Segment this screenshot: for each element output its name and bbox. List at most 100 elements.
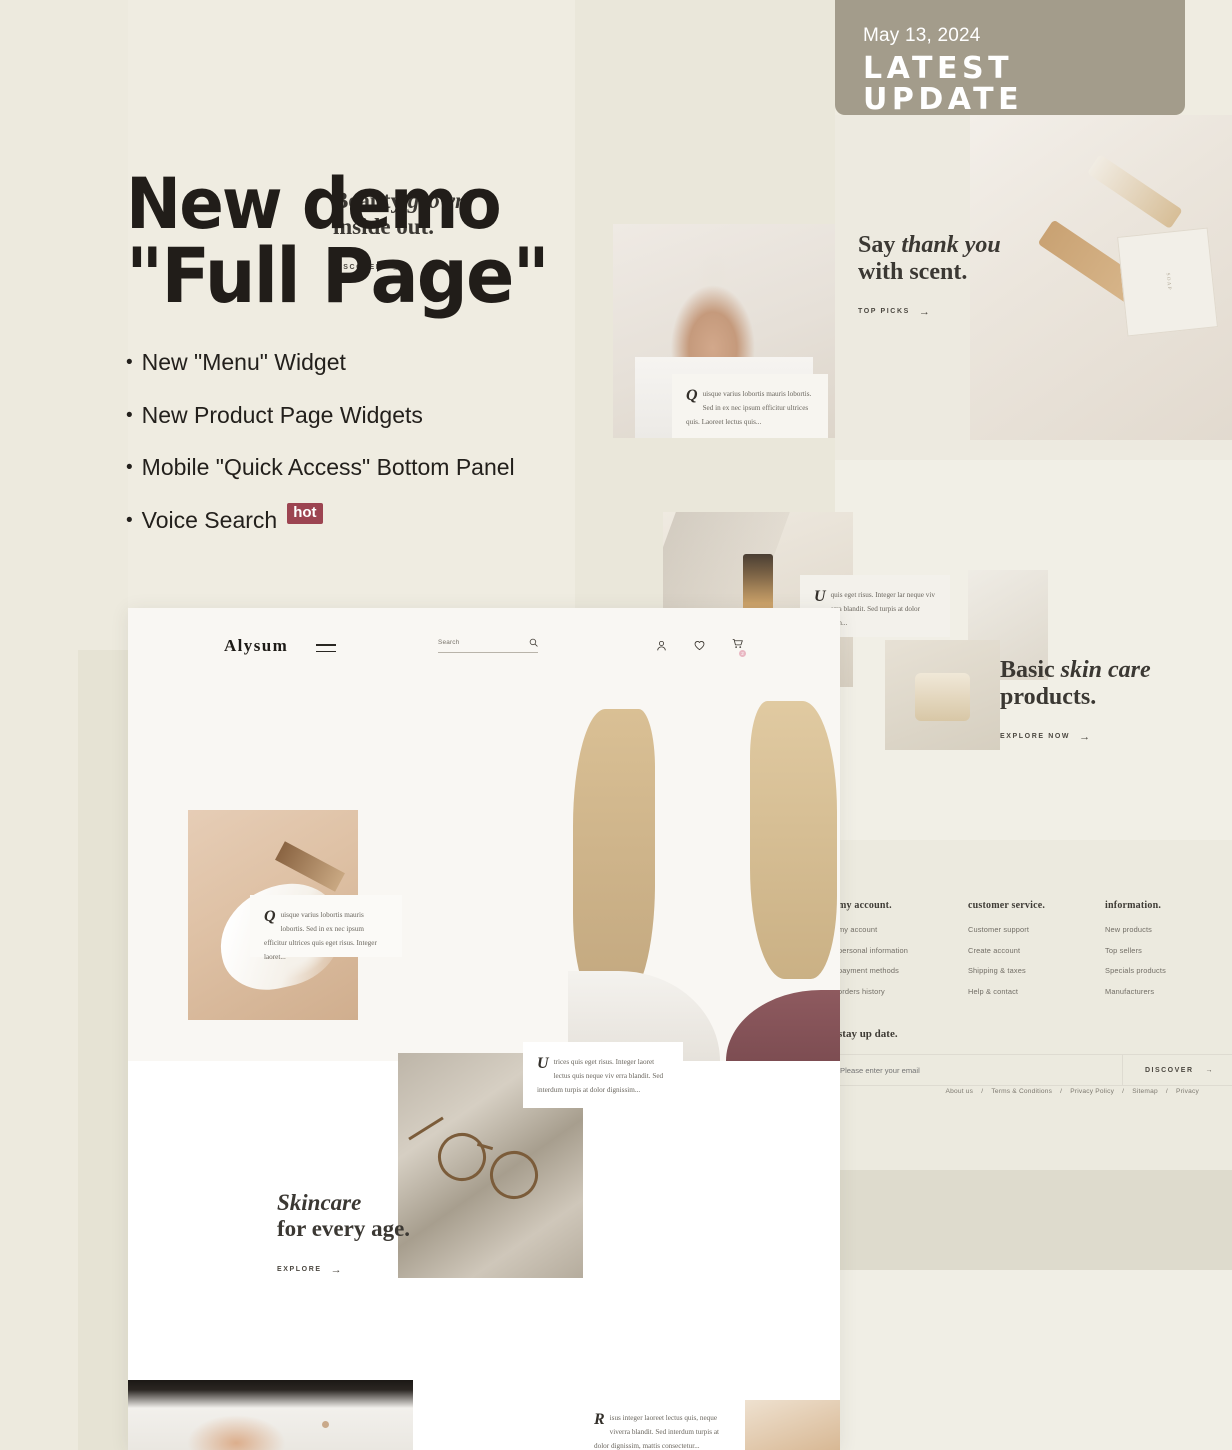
footer-column-title: customer service.: [967, 900, 1046, 911]
feature-label: New Product Page Widgets: [141, 401, 423, 428]
footer-link[interactable]: Create account: [968, 946, 1045, 955]
arrow-right-icon: →: [1079, 730, 1092, 743]
promo-canvas: SOAP Say thank you with scent. TOP PICKS…: [0, 0, 1232, 1450]
soap-label: SOAP: [1164, 272, 1171, 292]
glasses-arm-shape: [408, 1116, 444, 1141]
footer-link[interactable]: New products: [1105, 925, 1166, 934]
footer-columns: my account. my account personal informat…: [780, 900, 1232, 1007]
legal-separator: /: [1165, 1088, 1168, 1095]
footer-link[interactable]: Top sellers: [1105, 946, 1166, 955]
bullet-icon: •: [126, 404, 133, 426]
background-block-bottom-right: [835, 1270, 1232, 1450]
newsletter-email-input[interactable]: [838, 1064, 1122, 1076]
legal-link[interactable]: About us: [946, 1088, 974, 1095]
footer-link[interactable]: Help & contact: [968, 987, 1045, 996]
legal-link[interactable]: Terms & Conditions: [991, 1088, 1052, 1095]
soap-box-shape: SOAP: [1117, 227, 1218, 336]
quote-dropcap: Q: [686, 387, 698, 404]
background-block-band: [835, 1170, 1232, 1270]
skincare-title: Skincare for every age.: [277, 1190, 410, 1242]
feature-label: New "Menu" Widget: [141, 349, 346, 375]
toothbrush-shape: [1087, 154, 1183, 229]
footer-column-customer-service: customer service. Customer support Creat…: [968, 900, 1045, 1007]
shoulder-shape-right: [725, 989, 840, 1061]
footer-link[interactable]: payment methods: [838, 966, 908, 975]
skincare-products-cta-link[interactable]: EXPLORE NOW →: [1000, 731, 1151, 743]
legal-separator: /: [1060, 1088, 1063, 1095]
legal-link[interactable]: Privacy: [1176, 1088, 1199, 1095]
skincare-title-line2: for every age.: [277, 1215, 411, 1241]
skincare-products-title: Basic skin care products.: [1000, 657, 1151, 711]
skincare-products-title-line2: products.: [1000, 683, 1097, 710]
quote-card-top: Q uisque varius lobortis mauris lobortis…: [672, 374, 828, 438]
wishlist-heart-icon[interactable]: [694, 640, 705, 651]
account-icon[interactable]: [656, 640, 667, 651]
search-icon: [529, 638, 538, 647]
search-field[interactable]: Search: [438, 638, 538, 653]
legal-link[interactable]: Privacy Policy: [1070, 1088, 1114, 1095]
model-shirt-photo: [128, 1380, 413, 1450]
cream-jar-photo: [885, 640, 1000, 750]
jar-shape: [914, 673, 971, 722]
footer-link[interactable]: Shipping & taxes: [968, 966, 1045, 975]
cart-icon-wrap[interactable]: 2: [732, 636, 746, 657]
quote-card-hero: Q uisque varius lobortis mauris lobortis…: [250, 895, 402, 961]
latest-update-badge: May 13, 2024 LATEST UPDATE: [835, 0, 1185, 116]
newsletter-subscribe-button[interactable]: DISCOVER →: [1123, 1067, 1232, 1074]
feature-label: Voice Search: [141, 506, 278, 533]
footer-link[interactable]: orders history: [838, 987, 908, 996]
list-item: • Mobile "Quick Access" Bottom Panel: [126, 454, 686, 482]
quote-dropcap: U: [537, 1055, 549, 1072]
footer-link[interactable]: Customer support: [968, 925, 1045, 934]
arrow-right-icon: →: [918, 305, 932, 318]
arrow-right-icon: →: [1205, 1066, 1214, 1074]
quote-dropcap: R: [594, 1411, 605, 1428]
list-item: • New Product Page Widgets: [126, 402, 686, 430]
newsletter-button-label: DISCOVER: [1144, 1066, 1194, 1074]
footer-column-title: information.: [1105, 900, 1162, 911]
feature-list: • New "Menu" Widget • New Product Page W…: [126, 349, 686, 559]
scent-title: Say thank you with scent.: [858, 232, 1001, 286]
bullet-icon: •: [126, 457, 133, 479]
scent-cta-link[interactable]: TOP PICKS →: [858, 306, 1001, 318]
badge-date: May 13, 2024: [863, 25, 981, 46]
quote-card-bottom: R isus integer laoreet lectus quis, nequ…: [580, 1398, 745, 1450]
skincare-products-cta-label: EXPLORE NOW: [1000, 733, 1071, 741]
page-title: New demo "Full Page": [126, 169, 709, 313]
footer-column-title: my account.: [838, 900, 892, 911]
feature-label: Mobile "Quick Access" Bottom Panel: [141, 454, 515, 481]
site-logo[interactable]: Alysum: [224, 636, 288, 656]
scent-title-line2: with scent.: [858, 258, 968, 285]
full-page-demo-mockup: Alysum Search 2: [128, 608, 840, 1450]
skincare-products-promo-block: Basic skin care products. EXPLORE NOW →: [1000, 657, 1151, 743]
newsletter-title: stay up date.: [838, 1028, 898, 1040]
quote-text: isus integer laoreet lectus quis, neque …: [594, 1414, 720, 1450]
footer-link[interactable]: Manufacturers: [1105, 987, 1166, 996]
glasses-lens-left: [431, 1126, 493, 1188]
footer-link[interactable]: personal information: [838, 946, 908, 955]
scent-promo-block: Say thank you with scent. TOP PICKS →: [858, 232, 1001, 318]
quote-text: trices quis eget risus. Integer laoret l…: [537, 1058, 664, 1095]
hamburger-menu-icon[interactable]: [316, 644, 336, 657]
skincare-products-title-plain: Basic: [1000, 657, 1061, 683]
skincare-title-italic: Skincare: [277, 1190, 362, 1215]
cart-count-badge: 2: [739, 650, 746, 657]
skincare-products-title-italic: skin care: [1060, 657, 1151, 683]
legal-separator: /: [981, 1088, 984, 1095]
status-badge: hot: [287, 503, 323, 525]
legal-separator: /: [1122, 1088, 1125, 1095]
hair-right-shape: [750, 701, 838, 979]
skincare-cta-link[interactable]: EXPLORE →: [277, 1264, 410, 1276]
quote-text: uisque varius lobortis mauris lobortis. …: [686, 390, 812, 427]
footer-link[interactable]: my account: [838, 925, 908, 934]
mockup-hero: [128, 686, 840, 1061]
scent-title-italic: thank you: [901, 232, 1001, 258]
glasses-lens-right: [483, 1144, 545, 1206]
skincare-promo-block: Skincare for every age. EXPLORE →: [277, 1190, 410, 1276]
newsletter-row: DISCOVER →: [780, 1054, 1232, 1086]
skincare-cta-label: EXPLORE: [277, 1266, 322, 1273]
footer-link[interactable]: Specials products: [1105, 966, 1166, 975]
footer-column-my-account: my account. my account personal informat…: [838, 900, 908, 1007]
legal-link[interactable]: Sitemap: [1132, 1088, 1158, 1095]
scent-cta-label: TOP PICKS: [858, 308, 910, 316]
